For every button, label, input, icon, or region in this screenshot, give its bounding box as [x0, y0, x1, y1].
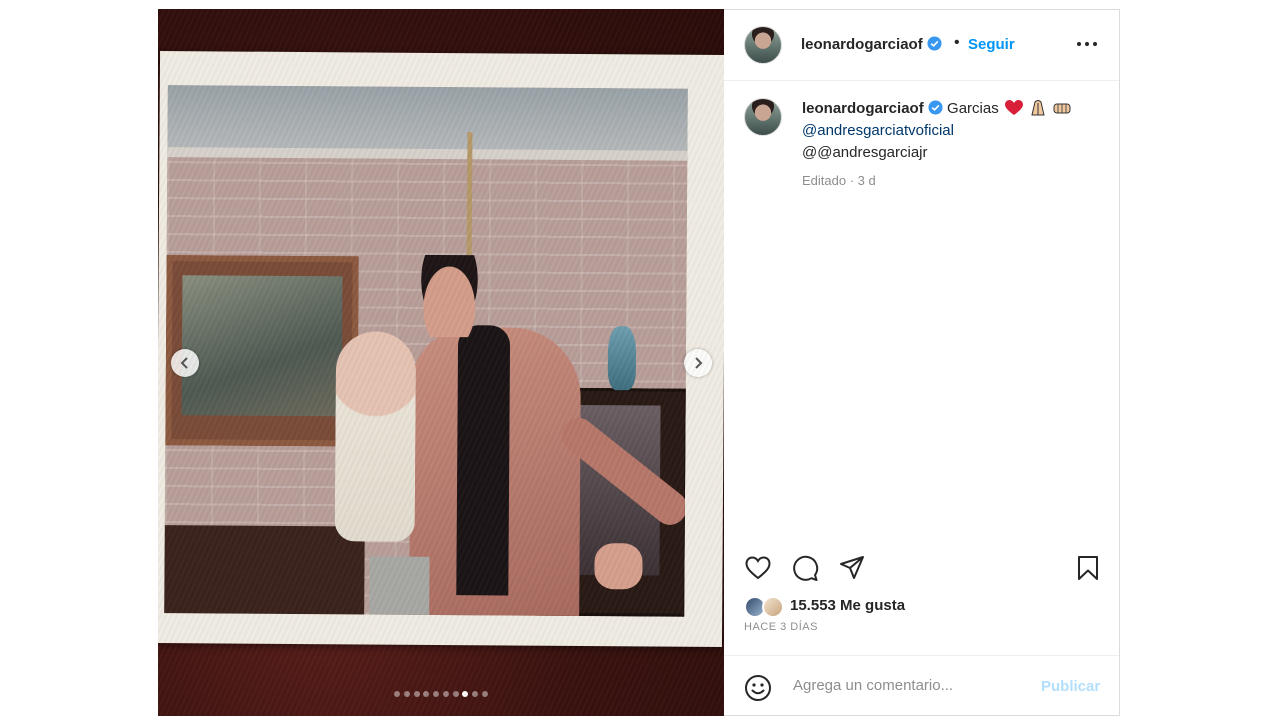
post-time[interactable]: HACE 3 DÍAS	[744, 621, 818, 633]
likes-count[interactable]: 15.553 Me gusta	[790, 597, 905, 614]
more-options-icon[interactable]	[1076, 34, 1098, 54]
like-button[interactable]	[744, 554, 772, 582]
comment-input[interactable]	[791, 676, 1025, 695]
scene-man-hand	[594, 543, 643, 590]
share-icon	[840, 556, 864, 579]
mention-andresgarciajr[interactable]: @@andresgarciajr	[802, 142, 1102, 164]
scene-man-shirt	[456, 325, 511, 596]
post-media[interactable]	[158, 9, 724, 716]
author-username-text[interactable]: leonardogarciaof	[801, 36, 923, 53]
carousel-dot	[433, 691, 440, 697]
save-button[interactable]	[1074, 554, 1102, 582]
bookmark-icon	[1078, 556, 1098, 580]
comment-button[interactable]	[791, 554, 819, 582]
carousel-dot	[482, 691, 489, 697]
chevron-left-icon	[180, 357, 188, 369]
red-heart-emoji-icon	[1004, 100, 1023, 115]
post-side-panel: leonardogarciaof • Seguir leonardogarcia…	[724, 9, 1120, 716]
caption-body: leonardogarciaof Garcias @andresgarciatv…	[802, 98, 1102, 192]
carousel-dot	[423, 691, 430, 697]
follow-button[interactable]: Seguir	[968, 36, 1015, 53]
author-avatar[interactable]	[744, 26, 782, 64]
scene-painting	[181, 275, 343, 417]
carousel-prev-button[interactable]	[171, 349, 199, 377]
verified-badge-icon	[927, 36, 942, 51]
scene-sideboard	[164, 525, 365, 615]
caption-author-avatar[interactable]	[744, 98, 782, 136]
scene-man-head	[416, 254, 483, 338]
publish-button[interactable]: Publicar	[1041, 678, 1100, 695]
post-photo	[158, 51, 724, 647]
carousel-dot	[413, 691, 420, 697]
smiley-icon[interactable]	[744, 674, 772, 702]
comment-bar: Publicar	[724, 655, 1119, 717]
praying-hands-emoji-icon	[1031, 100, 1045, 116]
chevron-right-icon	[695, 357, 703, 369]
carousel-indicator	[158, 691, 724, 697]
scene-painting-frame	[165, 255, 359, 447]
fist-bump-emoji-icon	[1053, 103, 1071, 114]
carousel-dot	[462, 691, 469, 697]
scene-vase	[607, 326, 637, 391]
liker-avatar	[762, 596, 784, 618]
share-button[interactable]	[838, 554, 866, 582]
caption-username[interactable]: leonardogarciaof	[802, 100, 924, 117]
post-header: leonardogarciaof • Seguir	[724, 10, 1119, 81]
scene-baby	[334, 331, 417, 542]
header-separator: •	[954, 34, 960, 51]
caption-text: Garcias	[947, 100, 999, 117]
verified-badge-icon	[928, 100, 943, 115]
carousel-dot	[403, 691, 410, 697]
heart-icon	[745, 556, 771, 580]
carousel-dot	[442, 691, 449, 697]
comment-icon	[793, 555, 819, 581]
carousel-dot	[393, 691, 400, 697]
carousel-dot	[472, 691, 479, 697]
carousel-next-button[interactable]	[684, 349, 712, 377]
carousel-dot	[452, 691, 459, 697]
photo-scene	[164, 85, 688, 617]
mention-andresgarciatvoficial[interactable]: @andresgarciatvoficial	[802, 120, 1102, 142]
author-username[interactable]: leonardogarciaof	[801, 36, 942, 53]
post-actions	[744, 554, 1100, 584]
caption-meta: Editado · 3 d	[802, 173, 876, 188]
scene-man-trousers	[369, 556, 430, 617]
